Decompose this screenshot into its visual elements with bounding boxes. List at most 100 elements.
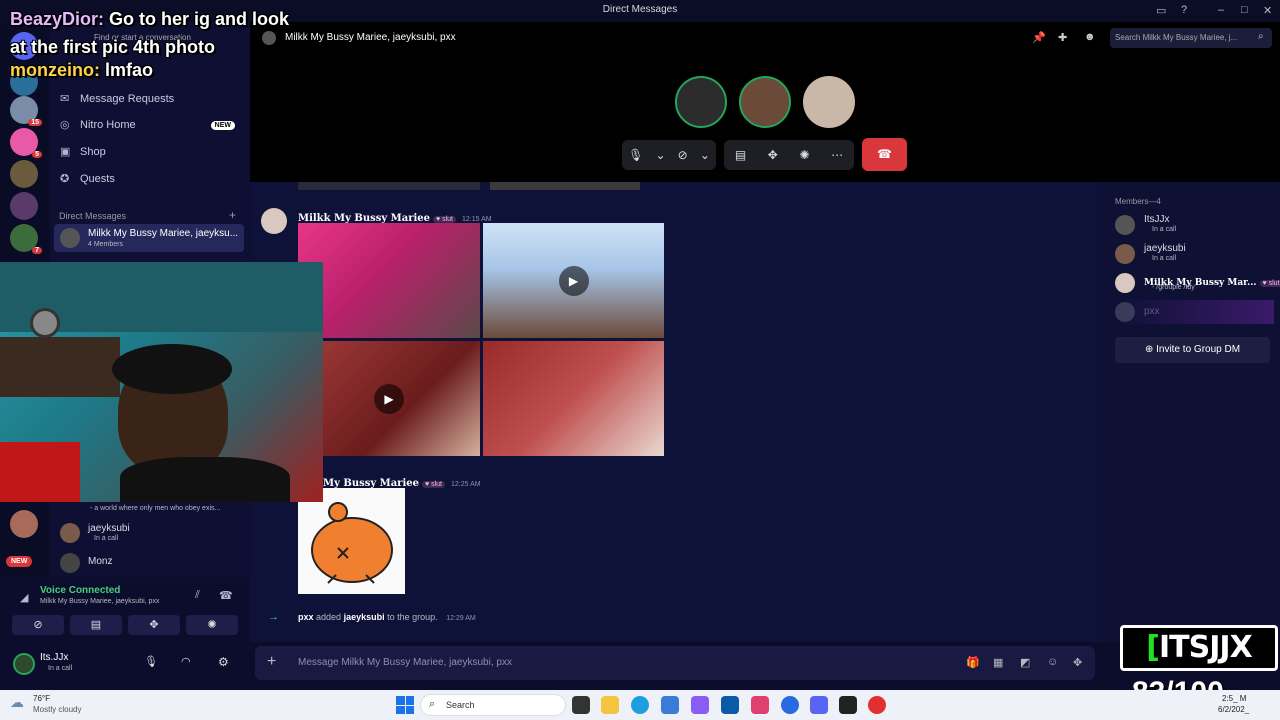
add-attachment-button[interactable]: + (267, 653, 276, 671)
dm-item-group[interactable]: Milkk My Bussy Mariee, jaeyksu... 4 Memb… (54, 224, 244, 252)
avatar (1115, 273, 1135, 293)
screenshare-button[interactable]: ▤ (70, 615, 122, 635)
task-view-icon[interactable] (572, 696, 590, 714)
more-icon[interactable]: ⋯ (831, 148, 843, 162)
search-input[interactable]: Search Milkk My Bussy Mariee, j... ⌕ (1110, 28, 1272, 48)
chevron-down-icon[interactable]: ⌄ (700, 148, 710, 162)
member-item[interactable]: Milkk My Bussy Mar... ♥ slut - /groupie /… (1112, 270, 1280, 296)
system-actor[interactable]: pxx (298, 612, 314, 622)
server-icon[interactable] (10, 160, 38, 188)
quests-icon: ✪ (60, 173, 70, 185)
headphones-icon[interactable]: ◠ (181, 655, 191, 668)
voice-status[interactable]: Voice Connected (40, 585, 120, 596)
screenshare-icon[interactable]: ▤ (735, 148, 746, 162)
call-participant-avatar[interactable] (739, 76, 791, 128)
member-item[interactable]: ItsJJx In a call (1112, 212, 1272, 238)
image-attachment[interactable] (490, 182, 640, 190)
app-icon[interactable] (661, 696, 679, 714)
minimize-button[interactable]: – (1218, 4, 1224, 16)
weather-desc: Mostly cloudy (33, 705, 82, 714)
pin-icon[interactable]: 📌 (1032, 31, 1046, 44)
camera-off-icon[interactable]: ⊘ (678, 148, 688, 162)
soundboard-icon[interactable]: ✺ (799, 148, 809, 162)
clock-time[interactable]: 2:5_ M (1222, 694, 1246, 703)
windows-start-icon[interactable] (396, 696, 414, 714)
search-icon: ⌕ (1258, 31, 1264, 42)
dm-item-jaeyksubi[interactable]: jaeyksubi In a call (54, 520, 244, 546)
call-participant-avatar[interactable] (675, 76, 727, 128)
system-message: pxx added jaeyksubi to the group. 12:29 … (298, 612, 476, 622)
camera-off-button[interactable]: ⊘ (12, 615, 64, 635)
system-target[interactable]: jaeyksubi (344, 612, 385, 622)
video-attachment[interactable]: ▶ (298, 341, 480, 456)
activities-icon[interactable]: ✥ (768, 148, 778, 162)
dm-sub: 4 Members (88, 241, 124, 248)
store-icon[interactable] (721, 696, 739, 714)
nav-nitro-home[interactable]: ◎ Nitro Home NEW (60, 115, 235, 135)
gear-icon[interactable]: ⚙ (218, 655, 229, 669)
dm-section-title: Direct Messages (59, 211, 127, 221)
soundboard-button[interactable]: ✺ (186, 615, 238, 635)
activities-button[interactable]: ✥ (128, 615, 180, 635)
file-explorer-icon[interactable] (601, 696, 619, 714)
leave-call-button[interactable]: ☎ (862, 138, 907, 171)
signal-icon[interactable]: ◢ (20, 591, 28, 604)
edge-icon[interactable] (631, 696, 649, 714)
dm-sub: In a call (94, 535, 119, 542)
call-participant-avatar[interactable] (803, 76, 855, 128)
maximize-button[interactable]: □ (1241, 4, 1248, 16)
microphone-icon[interactable]: 🎙 (628, 148, 643, 162)
nav-shop[interactable]: ▣ Shop (60, 142, 106, 162)
app-icon[interactable] (751, 696, 769, 714)
add-friends-icon[interactable]: ✚ (1058, 31, 1067, 44)
avatar (60, 228, 80, 248)
play-icon[interactable]: ▶ (558, 265, 589, 296)
microphone-icon[interactable]: 🎙 (144, 655, 158, 668)
sticker-icon[interactable]: ◩ (1020, 656, 1030, 669)
image-attachment[interactable] (298, 223, 480, 338)
invite-to-group-button[interactable]: ⊕ Invite to Group DM (1115, 337, 1270, 363)
server-icon[interactable]: 15 (10, 96, 42, 126)
members-icon[interactable]: ☻ (1084, 31, 1096, 43)
message-input[interactable]: Message Milkk My Bussy Mariee, jaeyksubi… (298, 657, 512, 668)
nav-quests[interactable]: ✪ Quests (60, 169, 115, 189)
envelope-icon: ✉ (60, 93, 70, 105)
gif-icon[interactable]: ▦ (993, 656, 1003, 669)
emoji-icon[interactable]: ☺ (1047, 656, 1058, 668)
apps-icon[interactable]: ✥ (1073, 656, 1082, 669)
play-icon[interactable]: ▶ (374, 383, 404, 414)
app-icon[interactable] (781, 696, 799, 714)
server-icon[interactable]: 7 (10, 224, 42, 254)
image-attachment[interactable] (298, 182, 480, 190)
dm-item-monz[interactable]: Monz (54, 552, 244, 574)
user-avatar[interactable] (13, 653, 35, 675)
gift-icon[interactable]: 🎁 (966, 656, 980, 669)
server-icon[interactable] (10, 510, 38, 538)
author-avatar[interactable] (261, 208, 287, 234)
member-item[interactable]: pxx (1112, 300, 1274, 324)
create-dm-button[interactable]: + (229, 208, 236, 222)
close-button[interactable]: ✕ (1263, 4, 1272, 17)
noise-suppression-icon[interactable]: ⫽ (195, 589, 200, 602)
app-icon[interactable] (868, 696, 886, 714)
image-attachment[interactable] (483, 341, 664, 456)
inbox-icon[interactable]: ▭ (1156, 4, 1166, 17)
weather-temp[interactable]: 76°F (33, 694, 50, 703)
chevron-down-icon[interactable]: ⌄ (655, 148, 665, 162)
disconnect-icon[interactable]: ☎ (219, 589, 233, 602)
video-attachment[interactable]: ▶ (483, 223, 664, 338)
clock-date[interactable]: 6/2/202_ (1218, 705, 1249, 714)
server-icon[interactable] (10, 192, 38, 220)
new-pill[interactable]: NEW (6, 556, 33, 567)
discord-icon[interactable] (810, 696, 828, 714)
epic-games-icon[interactable] (839, 696, 857, 714)
server-icon[interactable]: 5 (10, 128, 42, 158)
app-icon[interactable] (691, 696, 709, 714)
nav-message-requests[interactable]: ✉ Message Requests (60, 89, 174, 109)
role-tag: ♥ slut (1259, 280, 1280, 287)
sticker-image[interactable] (298, 488, 405, 594)
dm-name: jaeyksubi (88, 523, 130, 534)
help-icon[interactable]: ? (1181, 4, 1187, 16)
member-item[interactable]: jaeyksubi In a call (1112, 241, 1272, 267)
taskbar-search[interactable]: ⌕ Search (420, 694, 566, 716)
